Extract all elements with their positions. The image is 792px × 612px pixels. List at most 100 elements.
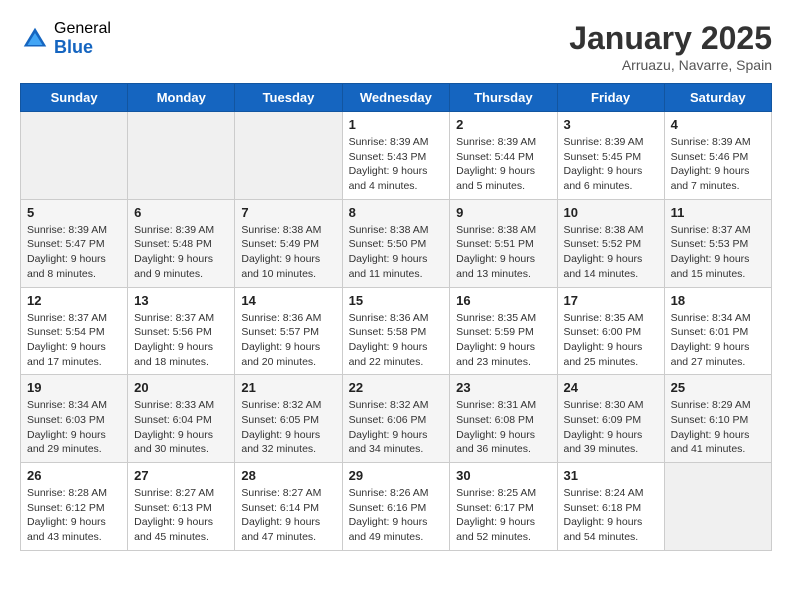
calendar-table: SundayMondayTuesdayWednesdayThursdayFrid… [20,83,772,551]
calendar-cell: 5 Sunrise: 8:39 AM Sunset: 5:47 PM Dayli… [21,199,128,287]
day-info: Sunrise: 8:39 AM Sunset: 5:44 PM Dayligh… [456,135,550,194]
weekday-header: Monday [128,84,235,112]
calendar-cell [235,112,342,200]
logo-general: General [54,20,111,38]
day-number: 26 [27,468,121,483]
day-info: Sunrise: 8:38 AM Sunset: 5:52 PM Dayligh… [564,223,658,282]
calendar-cell: 17 Sunrise: 8:35 AM Sunset: 6:00 PM Dayl… [557,287,664,375]
weekday-header: Tuesday [235,84,342,112]
day-number: 15 [349,293,444,308]
day-info: Sunrise: 8:32 AM Sunset: 6:06 PM Dayligh… [349,398,444,457]
day-info: Sunrise: 8:27 AM Sunset: 6:13 PM Dayligh… [134,486,228,545]
day-info: Sunrise: 8:29 AM Sunset: 6:10 PM Dayligh… [671,398,765,457]
day-info: Sunrise: 8:39 AM Sunset: 5:43 PM Dayligh… [349,135,444,194]
weekday-header: Saturday [664,84,771,112]
day-info: Sunrise: 8:36 AM Sunset: 5:58 PM Dayligh… [349,311,444,370]
day-number: 5 [27,205,121,220]
day-number: 18 [671,293,765,308]
logo-icon [20,24,50,54]
calendar-cell: 2 Sunrise: 8:39 AM Sunset: 5:44 PM Dayli… [450,112,557,200]
day-info: Sunrise: 8:34 AM Sunset: 6:03 PM Dayligh… [27,398,121,457]
calendar-cell: 3 Sunrise: 8:39 AM Sunset: 5:45 PM Dayli… [557,112,664,200]
weekday-header: Thursday [450,84,557,112]
calendar-week-row: 12 Sunrise: 8:37 AM Sunset: 5:54 PM Dayl… [21,287,772,375]
day-info: Sunrise: 8:38 AM Sunset: 5:51 PM Dayligh… [456,223,550,282]
calendar-cell: 25 Sunrise: 8:29 AM Sunset: 6:10 PM Dayl… [664,375,771,463]
calendar-cell: 11 Sunrise: 8:37 AM Sunset: 5:53 PM Dayl… [664,199,771,287]
calendar-cell: 29 Sunrise: 8:26 AM Sunset: 6:16 PM Dayl… [342,463,450,551]
day-info: Sunrise: 8:37 AM Sunset: 5:56 PM Dayligh… [134,311,228,370]
calendar-cell: 28 Sunrise: 8:27 AM Sunset: 6:14 PM Dayl… [235,463,342,551]
day-number: 13 [134,293,228,308]
day-info: Sunrise: 8:39 AM Sunset: 5:47 PM Dayligh… [27,223,121,282]
day-number: 30 [456,468,550,483]
day-number: 23 [456,380,550,395]
day-info: Sunrise: 8:39 AM Sunset: 5:48 PM Dayligh… [134,223,228,282]
day-number: 3 [564,117,658,132]
day-number: 8 [349,205,444,220]
day-number: 20 [134,380,228,395]
day-number: 25 [671,380,765,395]
calendar-cell: 24 Sunrise: 8:30 AM Sunset: 6:09 PM Dayl… [557,375,664,463]
day-info: Sunrise: 8:39 AM Sunset: 5:45 PM Dayligh… [564,135,658,194]
day-info: Sunrise: 8:37 AM Sunset: 5:53 PM Dayligh… [671,223,765,282]
day-info: Sunrise: 8:39 AM Sunset: 5:46 PM Dayligh… [671,135,765,194]
logo-text: General Blue [54,20,111,57]
weekday-header: Friday [557,84,664,112]
calendar-cell: 12 Sunrise: 8:37 AM Sunset: 5:54 PM Dayl… [21,287,128,375]
calendar-week-row: 26 Sunrise: 8:28 AM Sunset: 6:12 PM Dayl… [21,463,772,551]
calendar-week-row: 19 Sunrise: 8:34 AM Sunset: 6:03 PM Dayl… [21,375,772,463]
calendar-cell: 13 Sunrise: 8:37 AM Sunset: 5:56 PM Dayl… [128,287,235,375]
day-number: 9 [456,205,550,220]
day-number: 12 [27,293,121,308]
calendar-cell: 27 Sunrise: 8:27 AM Sunset: 6:13 PM Dayl… [128,463,235,551]
calendar-cell: 9 Sunrise: 8:38 AM Sunset: 5:51 PM Dayli… [450,199,557,287]
calendar-week-row: 5 Sunrise: 8:39 AM Sunset: 5:47 PM Dayli… [21,199,772,287]
calendar-cell: 23 Sunrise: 8:31 AM Sunset: 6:08 PM Dayl… [450,375,557,463]
day-number: 31 [564,468,658,483]
day-number: 16 [456,293,550,308]
calendar-week-row: 1 Sunrise: 8:39 AM Sunset: 5:43 PM Dayli… [21,112,772,200]
calendar-subtitle: Arruazu, Navarre, Spain [569,57,772,73]
day-number: 22 [349,380,444,395]
day-number: 24 [564,380,658,395]
weekday-header: Wednesday [342,84,450,112]
weekday-header-row: SundayMondayTuesdayWednesdayThursdayFrid… [21,84,772,112]
day-info: Sunrise: 8:25 AM Sunset: 6:17 PM Dayligh… [456,486,550,545]
calendar-cell: 4 Sunrise: 8:39 AM Sunset: 5:46 PM Dayli… [664,112,771,200]
calendar-cell: 15 Sunrise: 8:36 AM Sunset: 5:58 PM Dayl… [342,287,450,375]
day-info: Sunrise: 8:36 AM Sunset: 5:57 PM Dayligh… [241,311,335,370]
day-info: Sunrise: 8:33 AM Sunset: 6:04 PM Dayligh… [134,398,228,457]
day-number: 7 [241,205,335,220]
calendar-cell: 1 Sunrise: 8:39 AM Sunset: 5:43 PM Dayli… [342,112,450,200]
title-block: January 2025 Arruazu, Navarre, Spain [569,20,772,73]
calendar-cell [128,112,235,200]
day-info: Sunrise: 8:24 AM Sunset: 6:18 PM Dayligh… [564,486,658,545]
calendar-cell: 16 Sunrise: 8:35 AM Sunset: 5:59 PM Dayl… [450,287,557,375]
day-info: Sunrise: 8:28 AM Sunset: 6:12 PM Dayligh… [27,486,121,545]
logo: General Blue [20,20,111,57]
day-number: 28 [241,468,335,483]
calendar-cell: 30 Sunrise: 8:25 AM Sunset: 6:17 PM Dayl… [450,463,557,551]
calendar-cell [664,463,771,551]
calendar-cell: 19 Sunrise: 8:34 AM Sunset: 6:03 PM Dayl… [21,375,128,463]
logo-blue: Blue [54,38,111,58]
calendar-cell: 31 Sunrise: 8:24 AM Sunset: 6:18 PM Dayl… [557,463,664,551]
calendar-cell: 20 Sunrise: 8:33 AM Sunset: 6:04 PM Dayl… [128,375,235,463]
day-number: 17 [564,293,658,308]
weekday-header: Sunday [21,84,128,112]
day-info: Sunrise: 8:26 AM Sunset: 6:16 PM Dayligh… [349,486,444,545]
day-number: 27 [134,468,228,483]
page-header: General Blue January 2025 Arruazu, Navar… [20,20,772,73]
day-info: Sunrise: 8:38 AM Sunset: 5:50 PM Dayligh… [349,223,444,282]
day-number: 6 [134,205,228,220]
day-info: Sunrise: 8:34 AM Sunset: 6:01 PM Dayligh… [671,311,765,370]
calendar-cell: 7 Sunrise: 8:38 AM Sunset: 5:49 PM Dayli… [235,199,342,287]
day-info: Sunrise: 8:30 AM Sunset: 6:09 PM Dayligh… [564,398,658,457]
day-number: 10 [564,205,658,220]
day-info: Sunrise: 8:38 AM Sunset: 5:49 PM Dayligh… [241,223,335,282]
day-info: Sunrise: 8:27 AM Sunset: 6:14 PM Dayligh… [241,486,335,545]
day-number: 19 [27,380,121,395]
calendar-title: January 2025 [569,20,772,57]
day-number: 14 [241,293,335,308]
